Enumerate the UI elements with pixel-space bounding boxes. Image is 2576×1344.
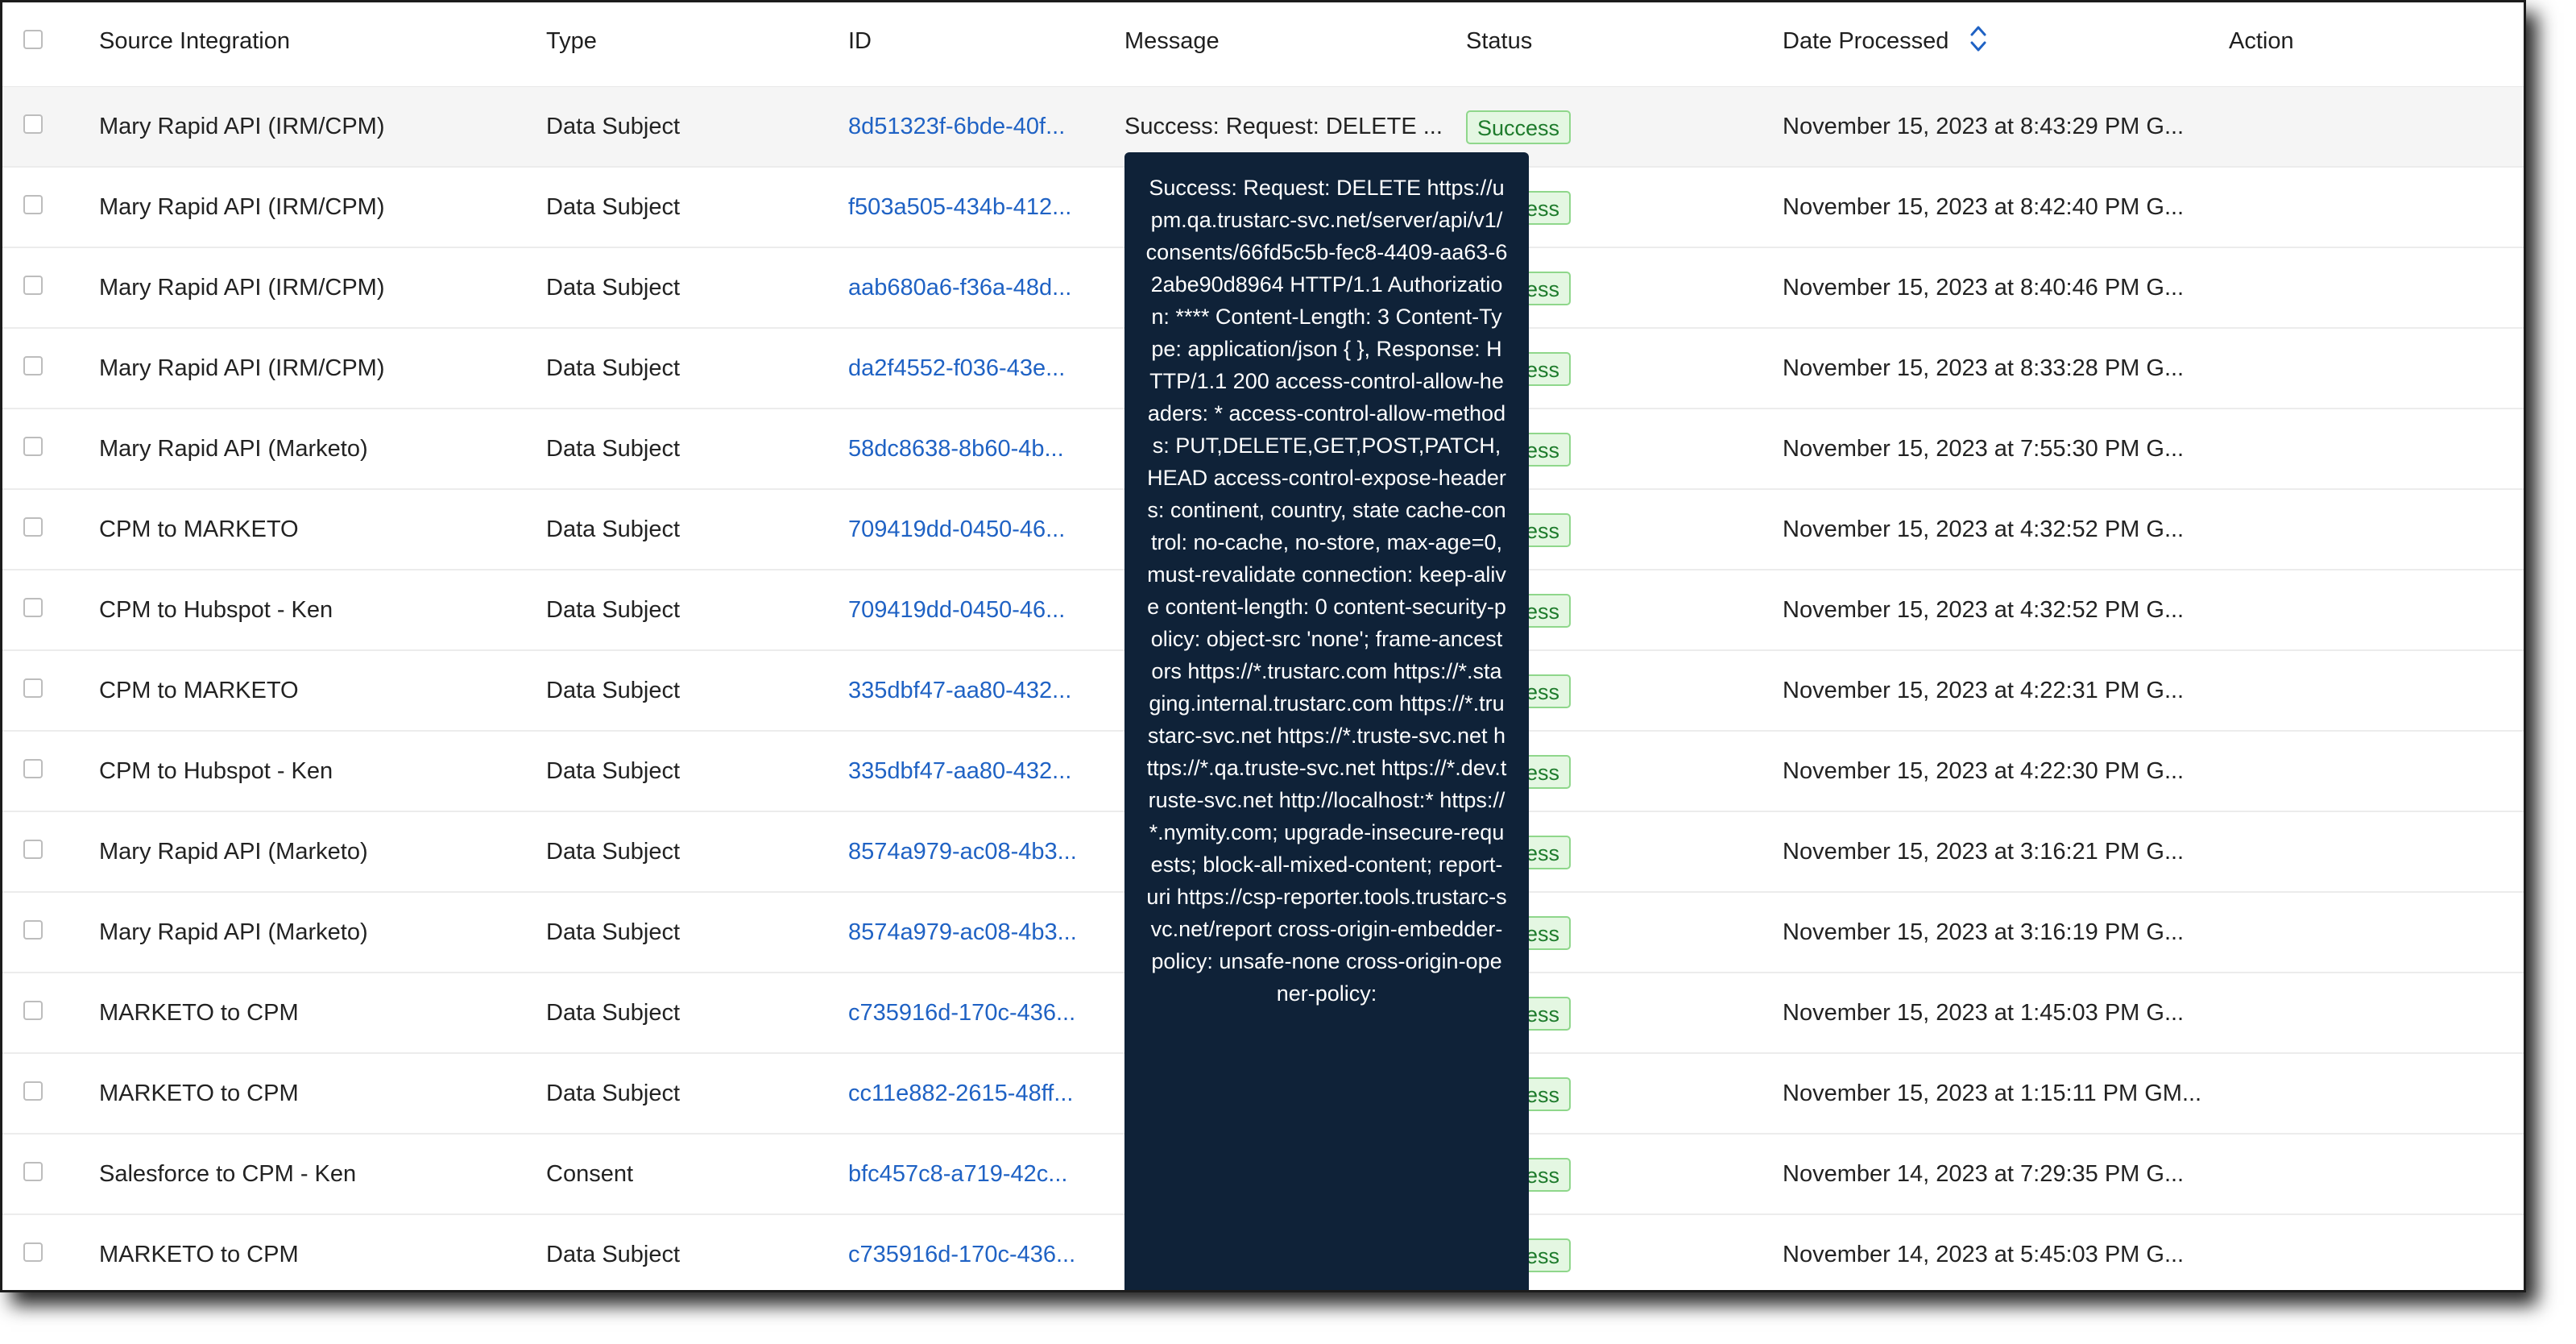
row-source-integration: Mary Rapid API (Marketo) [99,436,368,462]
row-date-processed: November 15, 2023 at 3:16:21 PM G... [1783,839,2185,865]
row-checkbox[interactable] [23,437,43,456]
row-source-integration: Mary Rapid API (IRM/CPM) [99,114,385,139]
row-date-processed: November 15, 2023 at 4:32:52 PM G... [1783,516,2185,542]
row-checkbox[interactable] [23,1081,43,1101]
col-header-message[interactable]: Message [1124,2,1220,86]
col-header-source[interactable]: Source Integration [99,2,290,86]
row-id-link[interactable]: 335dbf47-aa80-432... [848,732,1071,811]
row-checkbox[interactable] [23,678,43,698]
row-date-processed: November 15, 2023 at 1:45:03 PM G... [1783,1000,2185,1026]
row-source-integration: MARKETO to CPM [99,1000,299,1026]
row-type: Data Subject [546,275,681,301]
col-header-id[interactable]: ID [848,2,872,86]
row-checkbox[interactable] [23,840,43,859]
row-type: Data Subject [546,839,681,865]
row-checkbox[interactable] [23,759,43,778]
row-id-link[interactable]: 709419dd-0450-46... [848,570,1065,649]
row-id-link[interactable]: f503a505-434b-412... [848,168,1071,247]
row-source-integration: Mary Rapid API (IRM/CPM) [99,355,385,381]
row-type: Consent [546,1161,634,1187]
status-badge: Success [1466,110,1572,144]
row-date-processed: November 15, 2023 at 8:33:28 PM G... [1783,355,2185,381]
table-header: Source Integration Type ID Message Statu… [2,2,2524,88]
message-tooltip: Success: Request: DELETE https://upm.qa.… [1124,152,1529,1290]
row-date-processed: November 15, 2023 at 8:43:29 PM G... [1783,114,2185,139]
row-id-link[interactable]: 709419dd-0450-46... [848,490,1065,569]
row-date-processed: November 15, 2023 at 4:22:30 PM G... [1783,758,2185,784]
row-id-link[interactable]: 8574a979-ac08-4b3... [848,893,1077,972]
row-type: Data Subject [546,114,681,139]
row-source-integration: Salesforce to CPM - Ken [99,1161,357,1187]
row-type: Data Subject [546,678,681,703]
row-checkbox[interactable] [23,114,43,134]
row-id-link[interactable]: 335dbf47-aa80-432... [848,651,1071,730]
row-type: Data Subject [546,919,681,945]
row-type: Data Subject [546,1000,681,1026]
row-type: Data Subject [546,436,681,462]
row-type: Data Subject [546,194,681,220]
row-id-link[interactable]: aab680a6-f36a-48d... [848,248,1071,327]
row-source-integration: CPM to MARKETO [99,678,299,703]
row-type: Data Subject [546,355,681,381]
integration-log-window: Source Integration Type ID Message Statu… [0,0,2526,1292]
row-source-integration: CPM to Hubspot - Ken [99,597,333,623]
row-checkbox[interactable] [23,517,43,537]
row-date-processed: November 15, 2023 at 1:15:11 PM GM... [1783,1081,2202,1106]
row-date-processed: November 15, 2023 at 4:22:31 PM G... [1783,678,2185,703]
select-all-checkbox[interactable] [23,30,43,49]
row-id-link[interactable]: 8d51323f-6bde-40f... [848,87,1065,166]
row-date-processed: November 15, 2023 at 4:32:52 PM G... [1783,597,2185,623]
row-type: Data Subject [546,758,681,784]
row-checkbox[interactable] [23,1242,43,1262]
row-id-link[interactable]: 8574a979-ac08-4b3... [848,812,1077,891]
row-type: Data Subject [546,1242,681,1267]
row-date-processed: November 14, 2023 at 7:29:35 PM G... [1783,1161,2185,1187]
col-header-action: Action [2229,28,2294,54]
row-id-link[interactable]: c735916d-170c-436... [848,1215,1075,1290]
row-type: Data Subject [546,1081,681,1106]
row-date-processed: November 15, 2023 at 3:16:19 PM G... [1783,919,2185,945]
col-header-type[interactable]: Type [546,2,597,86]
row-date-processed: November 14, 2023 at 5:45:03 PM G... [1783,1242,2185,1267]
row-checkbox[interactable] [23,1162,43,1181]
row-source-integration: MARKETO to CPM [99,1242,299,1267]
row-checkbox[interactable] [23,195,43,214]
row-checkbox[interactable] [23,1001,43,1020]
row-source-integration: Mary Rapid API (Marketo) [99,919,368,945]
row-checkbox[interactable] [23,598,43,617]
row-id-link[interactable]: 58dc8638-8b60-4b... [848,409,1064,488]
col-header-status[interactable]: Status [1466,2,1532,86]
row-type: Data Subject [546,516,681,542]
row-date-processed: November 15, 2023 at 8:42:40 PM G... [1783,194,2185,220]
row-source-integration: Mary Rapid API (IRM/CPM) [99,275,385,301]
row-checkbox[interactable] [23,920,43,940]
row-id-link[interactable]: bfc457c8-a719-42c... [848,1135,1067,1213]
row-source-integration: CPM to Hubspot - Ken [99,758,333,784]
row-source-integration: CPM to MARKETO [99,516,299,542]
row-source-integration: Mary Rapid API (Marketo) [99,839,368,865]
row-checkbox[interactable] [23,276,43,295]
sort-up-down-icon[interactable] [1969,24,1987,53]
row-id-link[interactable]: c735916d-170c-436... [848,973,1075,1052]
row-date-processed: November 15, 2023 at 7:55:30 PM G... [1783,436,2185,462]
row-date-processed: November 15, 2023 at 8:40:46 PM G... [1783,275,2185,301]
row-id-link[interactable]: cc11e882-2615-48ff... [848,1054,1073,1133]
col-header-date[interactable]: Date Processed [1783,2,1987,86]
row-source-integration: MARKETO to CPM [99,1081,299,1106]
row-type: Data Subject [546,597,681,623]
row-checkbox[interactable] [23,356,43,375]
row-source-integration: Mary Rapid API (IRM/CPM) [99,194,385,220]
row-id-link[interactable]: da2f4552-f036-43e... [848,329,1065,408]
col-header-date-label: Date Processed [1783,28,1949,54]
